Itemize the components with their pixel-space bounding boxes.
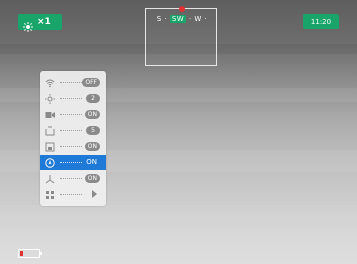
menu-dots [60,194,82,195]
battery-tip [40,252,42,255]
menu-dots [60,82,82,83]
brightness-icon [45,93,55,104]
menu-dots [60,114,82,115]
compass-left: S · [156,15,168,23]
compass-marker [179,6,185,12]
menu-item-gyro[interactable]: ON [40,171,106,186]
mode-zoom-indicator[interactable]: ×1 [18,14,62,32]
frame-icon [45,126,55,136]
clock: 11:20 [303,14,339,29]
wifi-icon [45,78,55,88]
compass-active-direction: SW [169,15,187,23]
menu-item-frame[interactable]: 5 [40,123,106,138]
compass-right: · W · [188,15,208,23]
battery-indicator [18,249,42,258]
menu-item-wifi[interactable]: OFF [40,75,106,90]
menu-item-storage[interactable]: ON [40,139,106,154]
menu-dots [60,98,82,99]
sun-icon [23,17,33,32]
recording-icon [45,110,55,120]
menu-item-brightness[interactable]: 2 [40,91,106,106]
chevron-right-icon [92,190,97,198]
menu-item-recording[interactable]: ON [40,107,106,122]
menu-item-more-settings[interactable] [40,187,106,202]
thermal-band [0,205,357,221]
menu-dots [60,146,82,147]
menu-value: ON [84,174,100,183]
storage-icon [45,142,55,152]
menu-dots [60,162,82,163]
gyro-icon [45,174,55,184]
battery-fill [20,251,23,256]
menu-value: 2 [86,94,100,103]
menu-value: ON [84,110,100,119]
menu-dots [60,130,82,131]
menu-value: OFF [82,78,100,87]
menu-value: ON [84,142,100,151]
menu-dots [60,178,82,179]
quick-menu: OFF 2 ON 5 ON ON ON [40,71,106,206]
menu-value: ON [86,158,97,166]
settings-grid-icon [45,190,55,200]
menu-value: 5 [86,126,100,135]
menu-item-compass[interactable]: ON [40,155,106,170]
compass-icon [45,157,55,168]
compass-box: S · SW · W · [145,6,218,66]
compass-heading: S · SW · W · [146,15,218,23]
zoom-level: ×1 [37,17,51,27]
